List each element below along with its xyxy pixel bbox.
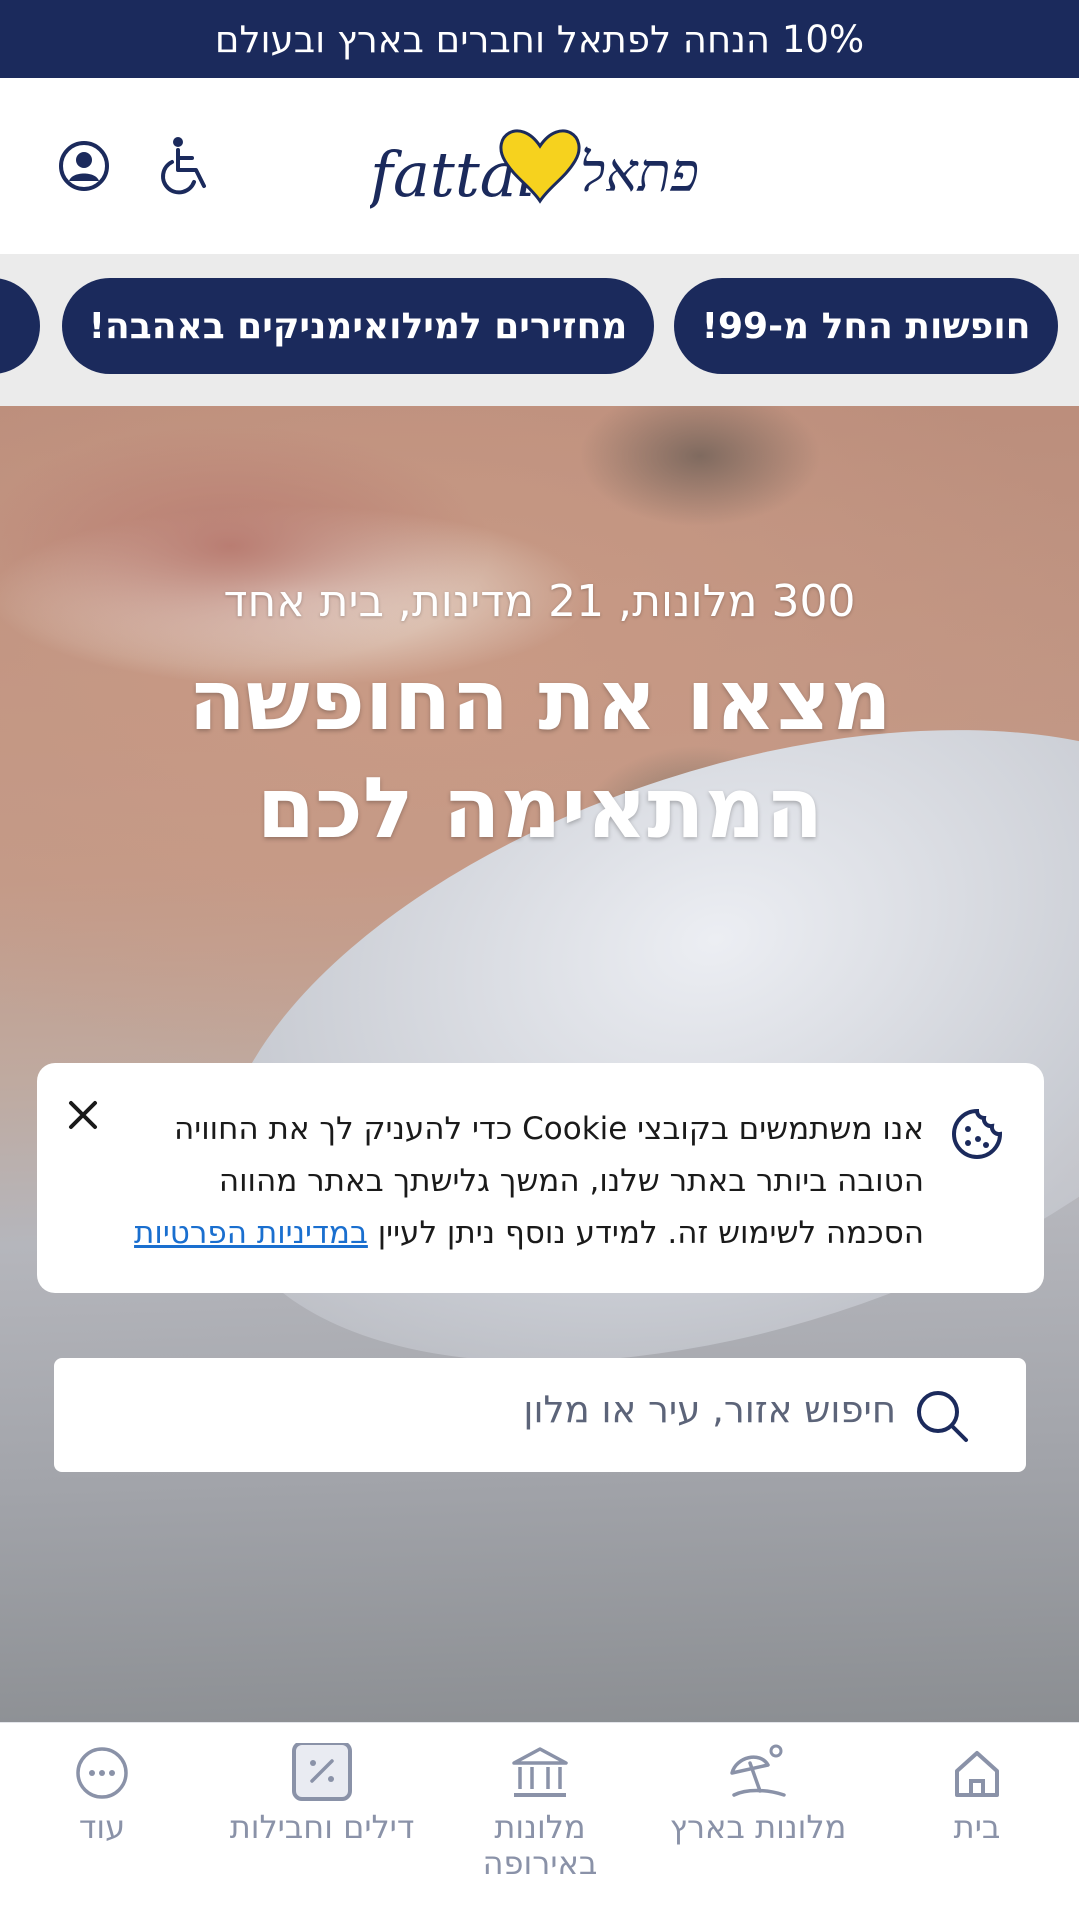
cookie-message: אנו משתמשים בקובצי Cookie כדי להעניק לך …	[134, 1111, 924, 1251]
building-columns-icon	[512, 1747, 568, 1797]
nav-item-israel-hotels[interactable]: מלונות בארץ	[658, 1743, 858, 1903]
nav-item-home[interactable]: בית	[877, 1743, 1077, 1903]
accessibility-button[interactable]	[154, 134, 218, 198]
cookie-notice: אנו משתמשים בקובצי Cookie כדי להעניק לך …	[37, 1063, 1044, 1293]
user-account-button[interactable]	[58, 140, 110, 192]
nav-item-europe-hotels[interactable]: מלונות באירופה	[440, 1743, 640, 1903]
promo-pills-carousel[interactable]: חופשות החל מ-99! מחזירים למילואימניקים ב…	[0, 254, 1079, 406]
hero-subtitle: 300 מלונות, 21 מדינות, בית אחד	[223, 576, 856, 627]
promo-pill-reservists[interactable]: מחזירים למילואימניקים באהבה!	[62, 278, 654, 374]
percent-tag-icon	[292, 1743, 352, 1801]
more-dots-icon	[76, 1747, 128, 1799]
close-icon	[69, 1101, 97, 1129]
wheelchair-icon	[161, 137, 206, 195]
search-bar[interactable]: חיפוש אזור, עיר או מלון	[54, 1358, 1026, 1472]
bottom-navigation: בית מלונות בארץ מלונות באירופה דילים וחב…	[0, 1722, 1079, 1919]
fattal-logo[interactable]: fattal פתאל	[366, 106, 710, 216]
promo-pill-partial[interactable]	[0, 278, 40, 374]
promo-banner-text: 10% הנחה לפתאל וחברים בארץ ובעולם	[214, 17, 865, 61]
site-header: fattal פתאל	[0, 78, 1079, 254]
privacy-policy-link[interactable]: במדיניות הפרטיות	[134, 1215, 368, 1251]
home-icon	[955, 1751, 999, 1797]
cookie-icon	[950, 1107, 1004, 1161]
search-icon	[914, 1388, 970, 1444]
svg-text:פתאל: פתאל	[580, 141, 699, 204]
hero-title: מצאו את החופשה המתאימה לכם	[188, 651, 892, 857]
nav-item-deals[interactable]: דילים וחבילות	[222, 1743, 422, 1903]
promo-banner[interactable]: 10% הנחה לפתאל וחברים בארץ ובעולם	[0, 0, 1079, 78]
user-circle-icon	[59, 141, 109, 191]
search-input[interactable]: חיפוש אזור, עיר או מלון	[523, 1388, 896, 1431]
beach-umbrella-icon	[730, 1744, 786, 1797]
promo-pill-deals-99[interactable]: חופשות החל מ-99!	[674, 278, 1058, 374]
cookie-close-button[interactable]	[65, 1097, 101, 1133]
nav-item-more[interactable]: עוד	[2, 1743, 202, 1903]
